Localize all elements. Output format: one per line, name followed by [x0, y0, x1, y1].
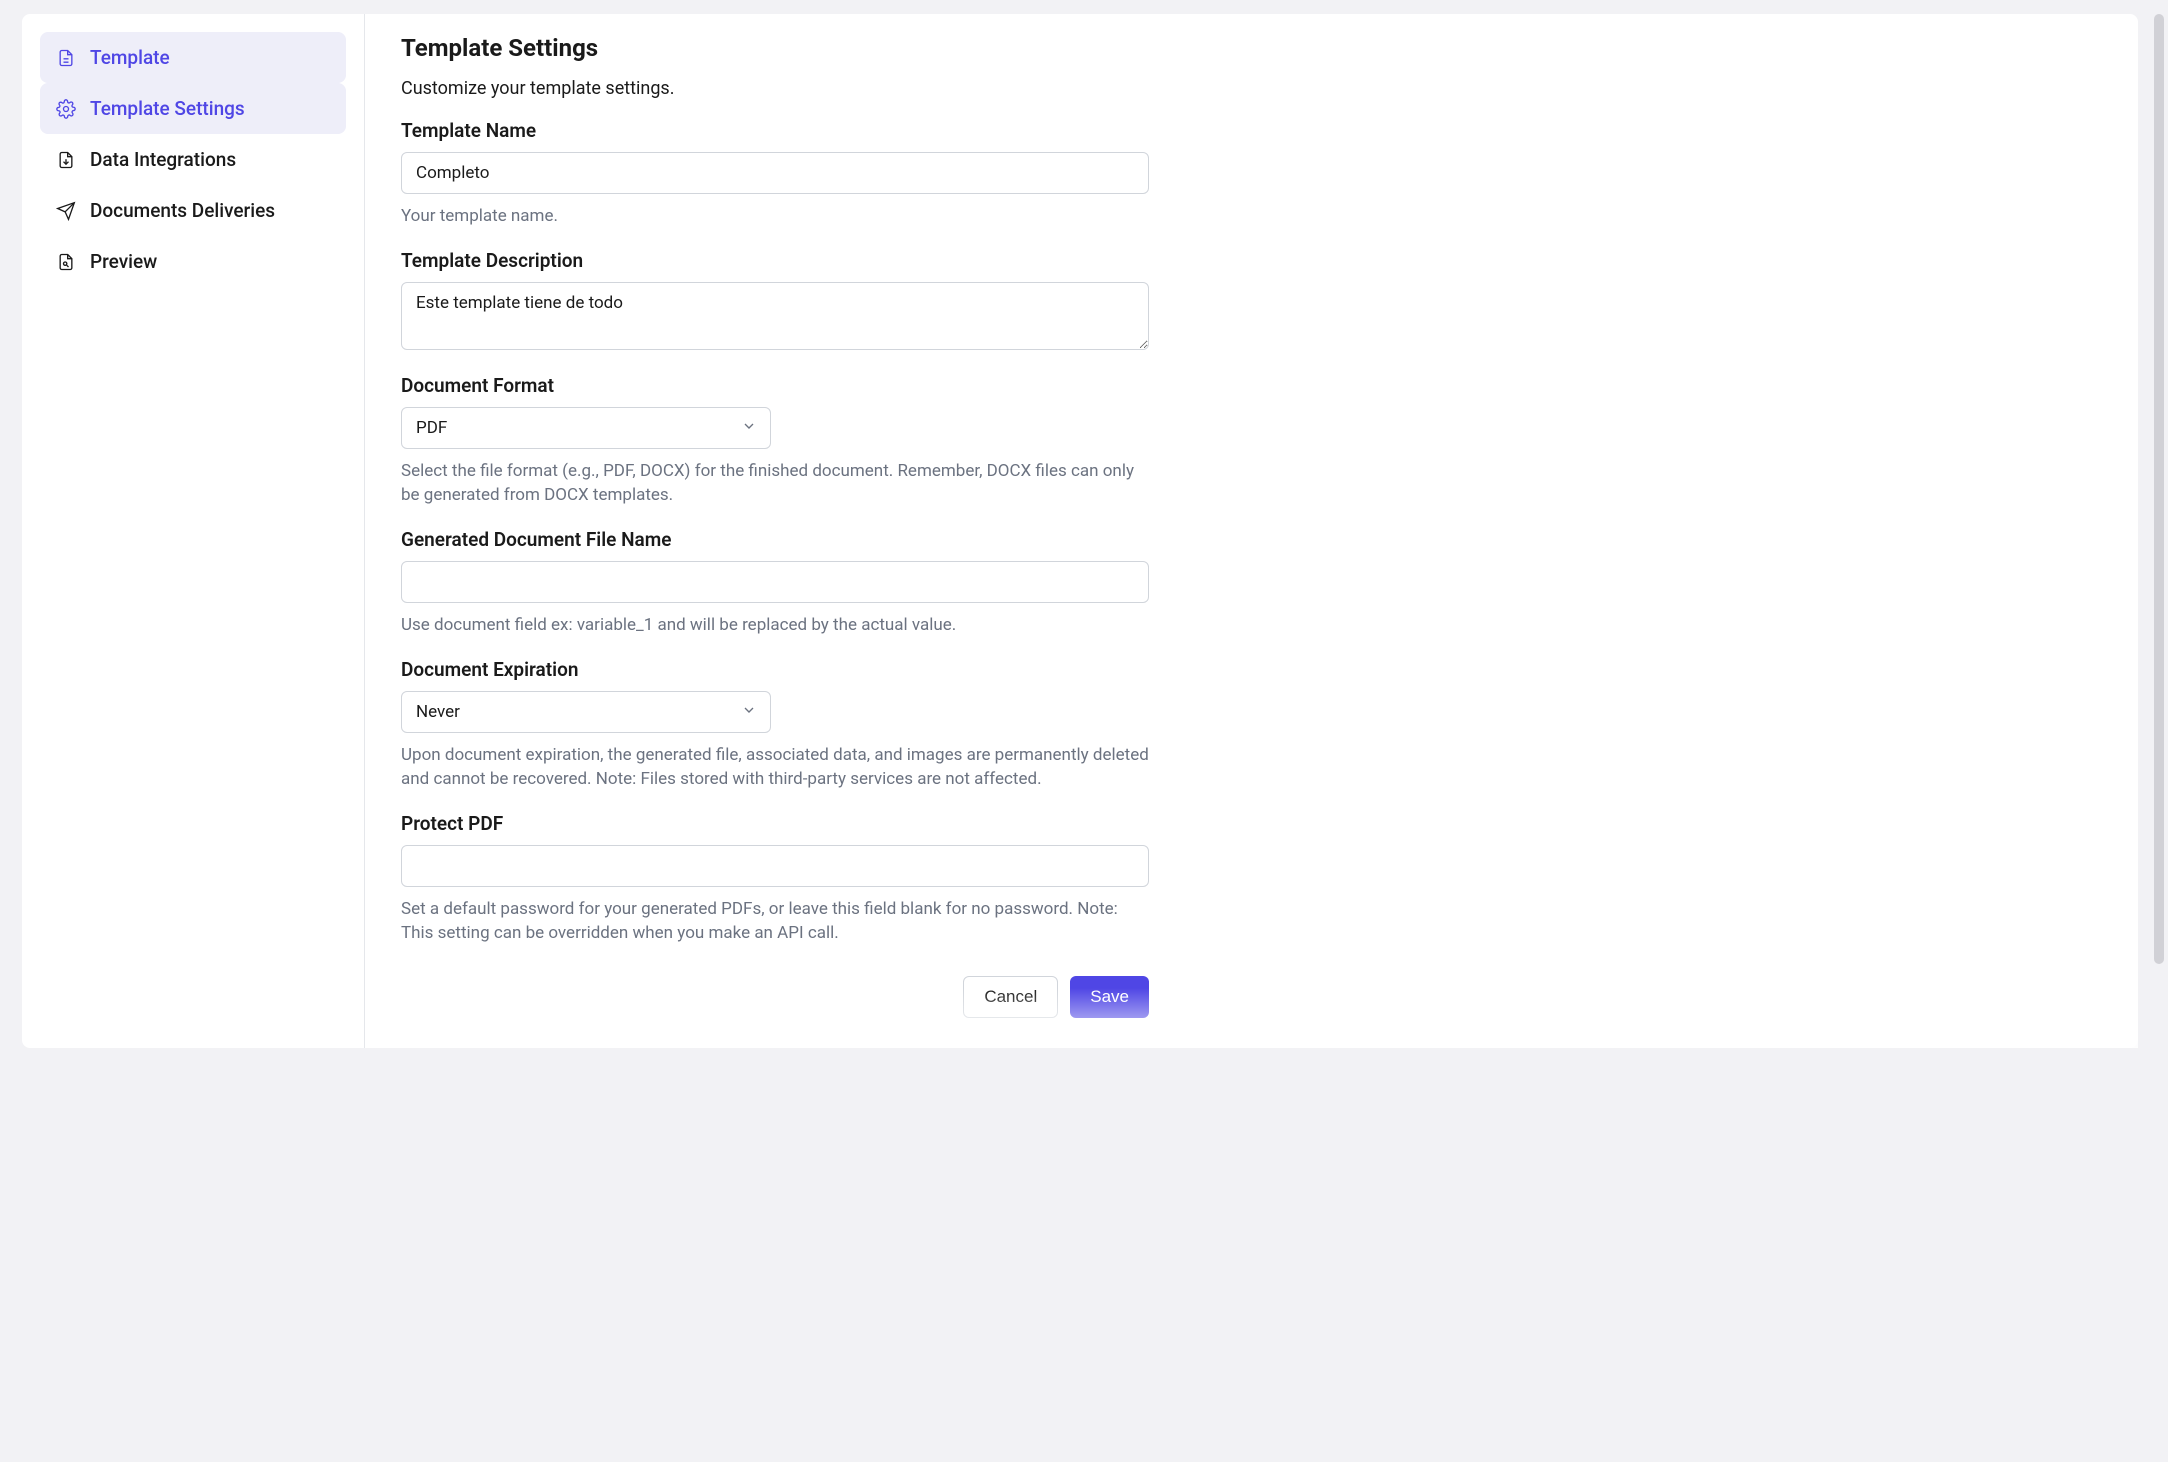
field-document-expiration: Document Expiration Never Upon document …	[401, 658, 2102, 792]
sidebar: Template Template Settings Data Integrat…	[22, 14, 364, 1048]
help-generated-file-name: Use document field ex: variable_1 and wi…	[401, 613, 1149, 638]
field-generated-file-name: Generated Document File Name Use documen…	[401, 528, 2102, 638]
sidebar-item-data-integrations[interactable]: Data Integrations	[40, 134, 346, 185]
sidebar-item-label: Data Integrations	[90, 148, 236, 171]
footer-actions: Cancel Save	[401, 976, 1149, 1018]
document-expiration-select-wrap: Never	[401, 691, 771, 733]
preview-file-icon	[56, 252, 76, 272]
main-content: Template Settings Customize your templat…	[365, 14, 2138, 1048]
protect-pdf-input[interactable]	[401, 845, 1149, 887]
label-protect-pdf: Protect PDF	[401, 812, 2102, 835]
sidebar-item-template-settings[interactable]: Template Settings	[40, 83, 346, 134]
label-template-name: Template Name	[401, 119, 2102, 142]
save-button[interactable]: Save	[1070, 976, 1149, 1018]
cancel-button[interactable]: Cancel	[963, 976, 1058, 1018]
help-template-name: Your template name.	[401, 204, 1149, 229]
sidebar-item-label: Preview	[90, 250, 157, 273]
field-protect-pdf: Protect PDF Set a default password for y…	[401, 812, 2102, 946]
document-expiration-select[interactable]: Never	[401, 691, 771, 733]
help-protect-pdf: Set a default password for your generate…	[401, 897, 1149, 946]
page-title: Template Settings	[401, 34, 2102, 62]
sidebar-item-label: Documents Deliveries	[90, 199, 275, 222]
file-icon	[56, 48, 76, 68]
send-icon	[56, 201, 76, 221]
template-description-textarea[interactable]	[401, 282, 1149, 350]
gear-icon	[56, 99, 76, 119]
field-template-name: Template Name Your template name.	[401, 119, 2102, 229]
sidebar-item-template[interactable]: Template	[40, 32, 346, 83]
document-format-select-wrap: PDF	[401, 407, 771, 449]
sidebar-item-preview[interactable]: Preview	[40, 236, 346, 287]
field-document-format: Document Format PDF Select the file form…	[401, 374, 2102, 508]
generated-file-name-input[interactable]	[401, 561, 1149, 603]
document-format-select[interactable]: PDF	[401, 407, 771, 449]
field-template-description: Template Description	[401, 249, 2102, 354]
sidebar-item-label: Template	[90, 46, 170, 69]
label-generated-file-name: Generated Document File Name	[401, 528, 2102, 551]
sidebar-item-label: Template Settings	[90, 97, 245, 120]
help-document-expiration: Upon document expiration, the generated …	[401, 743, 1149, 792]
sidebar-item-documents-deliveries[interactable]: Documents Deliveries	[40, 185, 346, 236]
help-document-format: Select the file format (e.g., PDF, DOCX)…	[401, 459, 1149, 508]
page-subtitle: Customize your template settings.	[401, 78, 2102, 99]
template-name-input[interactable]	[401, 152, 1149, 194]
label-document-expiration: Document Expiration	[401, 658, 2102, 681]
page-container: Template Template Settings Data Integrat…	[22, 14, 2138, 1048]
label-template-description: Template Description	[401, 249, 2102, 272]
download-file-icon	[56, 150, 76, 170]
label-document-format: Document Format	[401, 374, 2102, 397]
scrollbar[interactable]	[2154, 14, 2164, 964]
